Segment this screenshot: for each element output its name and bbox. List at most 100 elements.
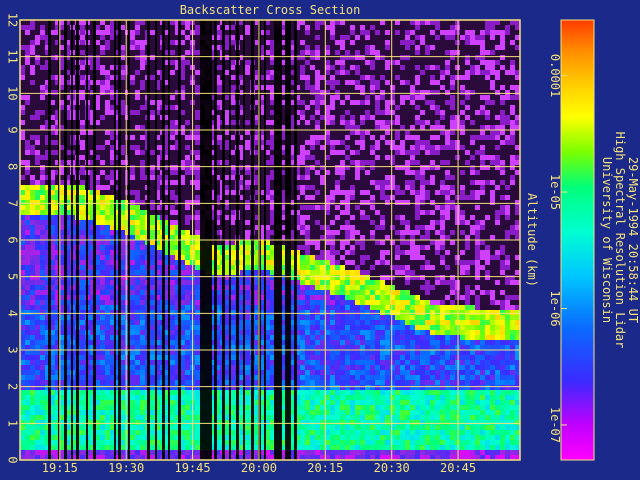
lidar-figure: Backscatter Cross Section 01234567891011…: [6, 3, 640, 475]
heat-cell: [25, 350, 30, 355]
heat-cell: [340, 300, 345, 305]
heat-cell: [360, 350, 365, 355]
noise-cell: [395, 30, 400, 35]
heat-cell: [105, 245, 110, 250]
heat-cell: [385, 340, 390, 345]
noise-cell: [40, 110, 45, 115]
heat-cell: [35, 450, 40, 455]
noise-cell: [360, 120, 365, 125]
noise-cell: [380, 185, 385, 190]
heat-cell: [30, 370, 35, 375]
noise-cell: [195, 215, 200, 220]
heat-cell: [25, 220, 30, 225]
heat-cell: [130, 235, 135, 240]
heat-cell: [195, 260, 200, 265]
heat-cell: [360, 385, 365, 390]
noise-cell: [355, 55, 360, 60]
heat-cell: [345, 365, 350, 370]
heat-cell: [345, 385, 350, 390]
heat-cell: [335, 425, 340, 430]
heat-cell: [305, 380, 310, 385]
heat-cell: [25, 435, 30, 440]
heat-cell: [25, 365, 30, 370]
noise-cell: [395, 265, 400, 270]
heat-cell: [35, 385, 40, 390]
noise-cell: [365, 75, 370, 80]
heat-cell: [305, 285, 310, 290]
heat-cell: [100, 300, 105, 305]
heat-cell: [170, 240, 175, 245]
noise-cell: [350, 190, 355, 195]
heat-cell: [380, 310, 385, 315]
heat-cell: [185, 375, 190, 380]
noise-cell: [350, 260, 355, 265]
heat-cell: [100, 255, 105, 260]
heat-cell: [400, 410, 405, 415]
noise-cell: [385, 40, 390, 45]
noise-cell: [35, 60, 40, 65]
noise-cell: [300, 55, 305, 60]
heat-cell: [170, 310, 175, 315]
noise-cell: [390, 90, 395, 95]
heat-cell: [385, 405, 390, 410]
noise-cell: [310, 55, 315, 60]
heat-cell: [35, 280, 40, 285]
heat-cell: [390, 335, 395, 340]
heat-cell: [185, 405, 190, 410]
noise-cell: [385, 250, 390, 255]
heat-cell: [195, 420, 200, 425]
noise-cell: [170, 205, 175, 210]
heat-cell: [360, 380, 365, 385]
noise-cell: [195, 135, 200, 140]
heat-cell: [360, 280, 365, 285]
heat-cell: [330, 280, 335, 285]
noise-cell: [25, 150, 30, 155]
heat-cell: [380, 420, 385, 425]
noise-cell: [300, 150, 305, 155]
heat-cell: [80, 355, 85, 360]
heat-cell: [185, 230, 190, 235]
noise-cell: [195, 30, 200, 35]
heat-cell: [305, 385, 310, 390]
heat-cell: [245, 370, 250, 375]
noise-cell: [330, 190, 335, 195]
heat-cell: [100, 340, 105, 345]
heat-cell: [360, 435, 365, 440]
heat-cell: [320, 365, 325, 370]
heat-cell: [380, 390, 385, 395]
heat-cell: [25, 235, 30, 240]
heat-cell: [365, 325, 370, 330]
noise-cell: [170, 40, 175, 45]
heat-cell: [380, 440, 385, 445]
heat-cell: [105, 390, 110, 395]
heat-cell: [30, 195, 35, 200]
heat-cell: [105, 350, 110, 355]
heat-cell: [350, 430, 355, 435]
heat-cell: [40, 210, 45, 215]
noise-cell: [135, 90, 140, 95]
heat-cell: [135, 305, 140, 310]
heat-cell: [105, 300, 110, 305]
noise-cell: [320, 175, 325, 180]
heat-cell: [400, 340, 405, 345]
heat-cell: [335, 265, 340, 270]
noise-cell: [350, 115, 355, 120]
heat-cell: [100, 415, 105, 420]
heat-cell: [345, 410, 350, 415]
heat-cell: [40, 310, 45, 315]
heat-cell: [170, 295, 175, 300]
noise-cell: [340, 245, 345, 250]
heat-cell: [355, 385, 360, 390]
noise-cell: [380, 55, 385, 60]
noise-cell: [150, 170, 155, 175]
heat-cell: [305, 345, 310, 350]
heat-cell: [40, 235, 45, 240]
noise-cell: [390, 180, 395, 185]
heat-cell: [135, 350, 140, 355]
heat-cell: [25, 360, 30, 365]
noise-cell: [345, 110, 350, 115]
heat-cell: [300, 275, 305, 280]
noise-cell: [40, 175, 45, 180]
noise-cell: [35, 150, 40, 155]
heat-cell: [350, 395, 355, 400]
